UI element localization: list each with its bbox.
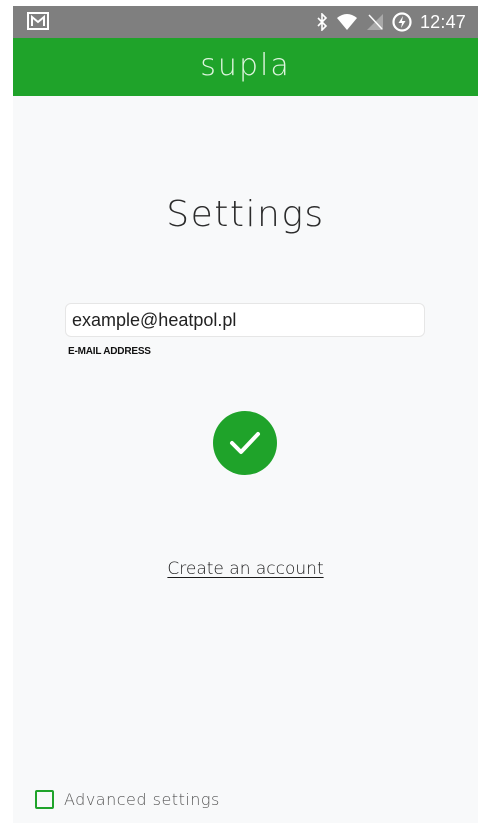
gmail-icon (27, 12, 49, 30)
status-bar: 12:47 (13, 6, 478, 38)
bluetooth-icon (316, 13, 328, 31)
app-screen: 12:47 supla Settings E-MAIL ADDRESS Crea… (13, 6, 478, 823)
advanced-settings-checkbox[interactable] (35, 789, 54, 809)
advanced-settings-toggle[interactable]: Advanced settings (35, 786, 220, 812)
battery-charging-icon (392, 12, 412, 32)
status-time: 12:47 (419, 11, 466, 32)
confirm-button[interactable] (213, 411, 277, 475)
email-field[interactable] (65, 303, 425, 337)
email-field-label: E-MAIL ADDRESS (68, 346, 151, 357)
advanced-settings-label: Advanced settings (64, 789, 220, 809)
create-account-link[interactable]: Create an account (13, 559, 478, 579)
status-icons: 12:47 (316, 6, 466, 38)
page-title: Settings (166, 194, 325, 235)
check-icon (228, 429, 262, 457)
app-bar: supla (13, 38, 478, 96)
no-signal-icon (366, 13, 384, 31)
wifi-icon (336, 13, 358, 31)
app-title: supla (200, 47, 291, 83)
